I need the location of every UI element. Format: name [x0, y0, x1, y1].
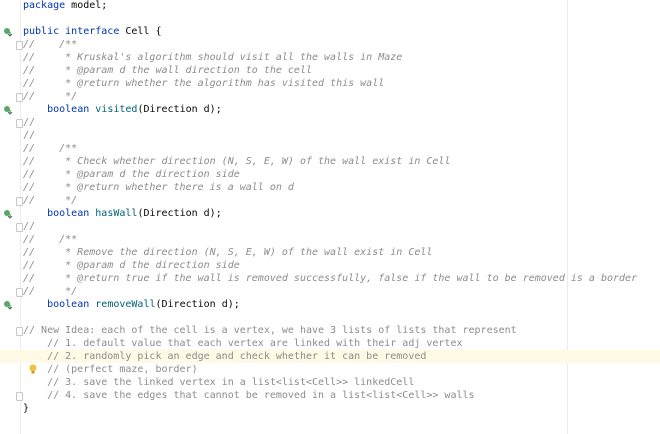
- code-text: // New Idea: each of the cell is a verte…: [23, 325, 517, 336]
- code-text: // * @param d the wall direction to the …: [23, 65, 312, 76]
- code-line[interactable]: // * Kruskal's algorithm should visit al…: [0, 51, 660, 64]
- code-line[interactable]: [0, 12, 660, 25]
- code-text: //: [23, 221, 36, 232]
- code-text: // 3. save the linked vertex in a list<l…: [23, 377, 415, 388]
- code-text: // 4. save the edges that cannot be remo…: [23, 390, 475, 401]
- code-text: // (perfect maze, border): [23, 364, 198, 375]
- code-line[interactable]: boolean visited(Direction d);: [0, 103, 660, 116]
- code-line[interactable]: // 4. save the edges that cannot be remo…: [0, 389, 660, 402]
- code-line[interactable]: // */: [0, 90, 660, 103]
- code-text: // 2. randomly pick an edge and check wh…: [23, 351, 427, 362]
- code-line[interactable]: //: [0, 220, 660, 233]
- code-text: // */: [23, 195, 78, 206]
- code-line[interactable]: // /**: [0, 142, 660, 155]
- code-text: boolean visited(Direction d);: [47, 104, 222, 115]
- implemented-icon[interactable]: [3, 300, 13, 310]
- code-text: //: [23, 130, 36, 141]
- fold-marker-icon[interactable]: [16, 197, 23, 206]
- code-text: }: [23, 403, 30, 414]
- code-text: // * Kruskal's algorithm should visit al…: [23, 52, 403, 63]
- code-line[interactable]: // 1. default value that each vertex are…: [0, 337, 660, 350]
- code-line[interactable]: // 3. save the linked vertex in a list<l…: [0, 376, 660, 389]
- code-line[interactable]: // New Idea: each of the cell is a verte…: [0, 324, 660, 337]
- code-line[interactable]: // * @return whether there is a wall on …: [0, 181, 660, 194]
- fold-marker-icon[interactable]: [16, 119, 23, 128]
- implemented-icon[interactable]: [3, 105, 13, 115]
- code-text: // * @param d the direction side: [23, 169, 240, 180]
- code-text: boolean removeWall(Direction d);: [47, 299, 240, 310]
- code-text: // /**: [23, 39, 78, 50]
- code-line[interactable]: // /**: [0, 233, 660, 246]
- code-line[interactable]: }: [0, 402, 660, 415]
- code-line[interactable]: // /**: [0, 38, 660, 51]
- code-line[interactable]: // */: [0, 194, 660, 207]
- fold-marker-icon[interactable]: [16, 288, 23, 297]
- code-text: boolean hasWall(Direction d);: [47, 208, 222, 219]
- fold-marker-icon[interactable]: [16, 41, 23, 50]
- code-text: // * Remove the direction (N, S, E, W) o…: [23, 247, 433, 258]
- fold-marker-icon[interactable]: [16, 223, 23, 232]
- fold-marker-icon[interactable]: [16, 392, 23, 401]
- code-line[interactable]: [0, 311, 660, 324]
- code-text: // 1. default value that each vertex are…: [23, 338, 463, 349]
- code-line[interactable]: // * @return true if the wall is removed…: [0, 272, 660, 285]
- code-text: // * @return whether there is a wall on …: [23, 182, 294, 193]
- code-line[interactable]: // */: [0, 285, 660, 298]
- code-text: // /**: [23, 234, 78, 245]
- code-text: // */: [23, 286, 78, 297]
- code-text: public interface Cell {: [23, 26, 162, 37]
- code-line[interactable]: // * @param d the direction side: [0, 259, 660, 272]
- code-line[interactable]: // * @return whether the algorithm has v…: [0, 77, 660, 90]
- code-text: // * Check whether direction (N, S, E, W…: [23, 156, 451, 167]
- code-text: // * @return true if the wall is removed…: [23, 273, 638, 284]
- fold-marker-icon[interactable]: [16, 93, 23, 102]
- code-text: //: [23, 117, 36, 128]
- code-line[interactable]: // (perfect maze, border): [0, 363, 660, 376]
- code-line[interactable]: package model;: [0, 0, 660, 12]
- implemented-icon[interactable]: [3, 209, 13, 219]
- code-line[interactable]: // 2. randomly pick an edge and check wh…: [0, 350, 660, 363]
- code-line[interactable]: boolean hasWall(Direction d);: [0, 207, 660, 220]
- implemented-icon[interactable]: [3, 27, 13, 37]
- code-text: // * @return whether the algorithm has v…: [23, 78, 385, 89]
- code-line[interactable]: // * @param d the wall direction to the …: [0, 64, 660, 77]
- code-text: // /**: [23, 143, 78, 154]
- code-line[interactable]: boolean removeWall(Direction d);: [0, 298, 660, 311]
- code-line[interactable]: //: [0, 116, 660, 129]
- code-line[interactable]: // * Check whether direction (N, S, E, W…: [0, 155, 660, 168]
- code-text: // * @param d the direction side: [23, 260, 240, 271]
- code-line[interactable]: // * @param d the direction side: [0, 168, 660, 181]
- code-text: package model;: [23, 0, 108, 11]
- fold-marker-icon[interactable]: [16, 327, 23, 336]
- code-line[interactable]: public interface Cell {: [0, 25, 660, 38]
- code-line[interactable]: // * Remove the direction (N, S, E, W) o…: [0, 246, 660, 259]
- code-text: // */: [23, 91, 78, 102]
- code-line[interactable]: //: [0, 129, 660, 142]
